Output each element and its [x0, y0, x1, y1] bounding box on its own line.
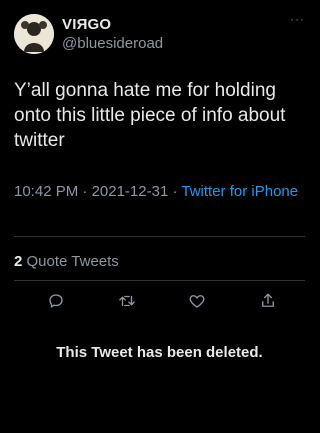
display-name[interactable]: VIЯGO: [62, 16, 163, 34]
avatar-photo-icon: [14, 14, 54, 54]
more-options-button[interactable]: ···: [290, 13, 305, 25]
quote-count: 2: [14, 253, 23, 270]
tweet-header: VIЯGO @bluesideroad ···: [14, 13, 305, 58]
quote-label: Quote Tweets: [26, 253, 119, 270]
deleted-tweet-notice: This Tweet has been deleted.: [56, 344, 263, 361]
share-button[interactable]: [257, 290, 279, 312]
like-icon: [189, 295, 205, 308]
tweet: VIЯGO @bluesideroad ··· Y’all gonna hate…: [0, 0, 319, 433]
tweet-source-link[interactable]: Twitter for iPhone: [181, 183, 298, 200]
meta-separator: ·: [172, 183, 178, 200]
quote-tweets-link[interactable]: 2 Quote Tweets: [14, 252, 119, 272]
tweet-date[interactable]: 2021-12-31: [92, 183, 169, 200]
action-bar: [14, 290, 305, 312]
reply-icon: [49, 294, 63, 308]
meta-separator: ·: [82, 183, 88, 200]
author-names: VIЯGO @bluesideroad: [62, 16, 163, 54]
divider: [14, 280, 305, 281]
share-icon: [262, 293, 274, 307]
avatar[interactable]: [14, 14, 54, 54]
reply-button[interactable]: [45, 290, 67, 312]
user-handle[interactable]: @bluesideroad: [62, 34, 163, 54]
retweet-icon: [119, 295, 135, 307]
tweet-text: Y’all gonna hate me for holding onto thi…: [14, 80, 286, 151]
divider: [14, 236, 305, 237]
retweet-button[interactable]: [116, 290, 138, 312]
tweet-metadata: 10:42 PM · 2021-12-31 · Twitter for iPho…: [14, 181, 306, 202]
tweet-time[interactable]: 10:42 PM: [14, 183, 78, 200]
like-button[interactable]: [186, 290, 208, 312]
